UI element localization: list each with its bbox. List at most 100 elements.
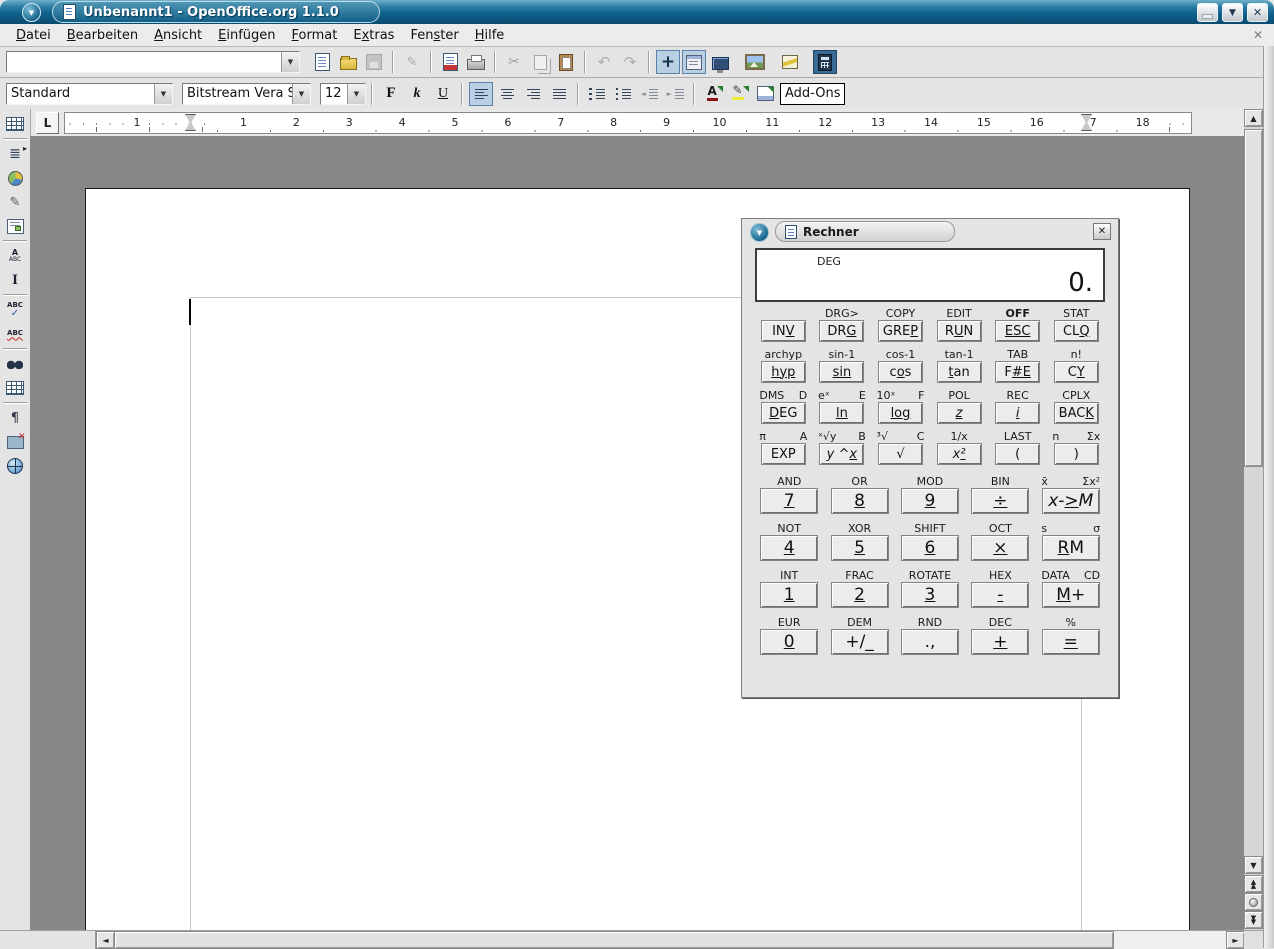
export-pdf-icon[interactable]	[438, 50, 462, 74]
edit-file-icon[interactable]	[400, 50, 424, 74]
new-document-icon[interactable]	[310, 50, 334, 74]
menu-item[interactable]: Datei	[8, 26, 59, 45]
calculator-key[interactable]: 5	[831, 535, 889, 561]
direct-cursor-icon[interactable]	[2, 268, 28, 292]
previous-page-icon[interactable]: ▲▲	[1244, 875, 1263, 893]
calculator-key[interactable]: CY	[1054, 361, 1099, 383]
justify-icon[interactable]	[547, 82, 571, 106]
bold-icon[interactable]: F	[379, 82, 403, 106]
close-button[interactable]	[1247, 3, 1268, 22]
font-color-icon[interactable]	[701, 82, 725, 106]
minimize-button[interactable]	[1197, 3, 1218, 22]
menu-item[interactable]: Ansicht	[146, 26, 210, 45]
maximize-button[interactable]	[1222, 3, 1243, 22]
calculator-key[interactable]: z	[937, 402, 982, 424]
calculator-key[interactable]: cos	[878, 361, 923, 383]
dropdown-arrow-icon[interactable]	[281, 52, 299, 72]
menu-item[interactable]: Hilfe	[467, 26, 513, 45]
print-file-icon[interactable]	[464, 50, 488, 74]
copy-icon[interactable]	[528, 50, 552, 74]
data-sources-icon[interactable]	[708, 50, 732, 74]
draw-functions-icon[interactable]	[2, 190, 28, 214]
calculator-key[interactable]: )	[1054, 443, 1099, 465]
dialog-title-tab[interactable]: Rechner	[775, 221, 955, 242]
menu-item[interactable]: Bearbeiten	[59, 26, 146, 45]
scroll-up-icon[interactable]: ▲	[1244, 109, 1263, 127]
url-value[interactable]	[7, 52, 281, 72]
paragraph-style-value[interactable]: Standard	[7, 84, 154, 104]
insert-table-icon[interactable]	[2, 112, 28, 136]
online-layout-icon[interactable]	[2, 454, 28, 478]
calculator-addon-icon[interactable]	[813, 50, 837, 74]
autotext-icon[interactable]: AABC	[2, 244, 28, 268]
menu-item[interactable]: Format	[284, 26, 346, 45]
addons-button[interactable]: Add-Ons	[780, 83, 845, 105]
calculator-key[interactable]: 9	[901, 488, 959, 514]
calculator-key[interactable]: 3	[901, 582, 959, 608]
navigation-dot-icon[interactable]	[1244, 893, 1263, 911]
next-page-icon[interactable]: ▼▼	[1244, 911, 1263, 929]
calculator-key[interactable]: hyp	[761, 361, 806, 383]
calculator-key[interactable]: y ^ x	[819, 443, 864, 465]
scroll-down-icon[interactable]: ▼	[1244, 856, 1263, 874]
calculator-key[interactable]: x ²	[937, 443, 982, 465]
paragraph-style-combobox[interactable]: Standard	[6, 83, 173, 105]
window-menu-button[interactable]	[22, 3, 41, 22]
font-size-value[interactable]: 12	[321, 84, 347, 104]
calculator-key[interactable]: (	[995, 443, 1040, 465]
increase-indent-icon[interactable]	[663, 82, 687, 106]
calculator-key[interactable]: EXP	[761, 443, 806, 465]
calculator-key[interactable]: ×	[971, 535, 1029, 561]
horizontal-scrollbar[interactable]: ◄ ►	[0, 930, 1263, 949]
dropdown-arrow-icon[interactable]	[347, 84, 365, 104]
align-right-icon[interactable]	[521, 82, 545, 106]
cut-icon[interactable]	[502, 50, 526, 74]
open-file-icon[interactable]	[336, 50, 360, 74]
calculator-key[interactable]: INV	[761, 320, 806, 342]
undo-icon[interactable]	[592, 50, 616, 74]
autospellcheck-icon[interactable]: ABC	[2, 322, 28, 346]
dialog-menu-button[interactable]	[750, 223, 769, 242]
font-name-value[interactable]: Bitstream Vera S	[183, 84, 292, 104]
scroll-left-icon[interactable]: ◄	[96, 931, 115, 949]
calculator-key[interactable]: √	[878, 443, 923, 465]
italic-icon[interactable]: k	[405, 82, 429, 106]
calculator-key[interactable]: -	[971, 582, 1029, 608]
font-size-combobox[interactable]: 12	[320, 83, 366, 105]
paragraph-background-icon[interactable]	[753, 82, 777, 106]
bullets-icon[interactable]	[611, 82, 635, 106]
menu-item[interactable]: Einfügen	[210, 26, 283, 45]
calculator-key[interactable]: log	[878, 402, 923, 424]
calculator-key[interactable]: RUN	[937, 320, 982, 342]
calculator-key[interactable]: +	[971, 629, 1029, 655]
paste-icon[interactable]	[554, 50, 578, 74]
calculator-key[interactable]: 6	[901, 535, 959, 561]
calculator-key[interactable]: 0	[760, 629, 818, 655]
horizontal-ruler[interactable]: 1 123456789101112131415161718	[64, 112, 1192, 134]
navigator-icon[interactable]	[656, 50, 680, 74]
calculator-key[interactable]: 7	[760, 488, 818, 514]
horizontal-scrollbar-thumb[interactable]	[114, 931, 1114, 949]
font-name-combobox[interactable]: Bitstream Vera S	[182, 83, 311, 105]
calculator-key[interactable]: .,	[901, 629, 959, 655]
data-sources-icon[interactable]	[2, 376, 28, 400]
gallery-icon[interactable]	[743, 50, 767, 74]
numbering-icon[interactable]	[585, 82, 609, 106]
nonprinting-characters-icon[interactable]	[2, 406, 28, 430]
dropdown-arrow-icon[interactable]	[154, 84, 172, 104]
calculator-key[interactable]: DRG	[819, 320, 864, 342]
hyperlink-bar-icon[interactable]	[778, 50, 802, 74]
form-functions-icon[interactable]	[2, 214, 28, 238]
calculator-key[interactable]: F#E	[995, 361, 1040, 383]
calculator-key[interactable]: sin	[819, 361, 864, 383]
save-document-icon[interactable]	[362, 50, 386, 74]
underline-icon[interactable]: U	[431, 82, 455, 106]
tab-type-button[interactable]: L	[36, 112, 59, 134]
align-left-icon[interactable]	[469, 82, 493, 106]
calculator-key[interactable]: DEG	[761, 402, 806, 424]
calculator-key[interactable]: ln	[819, 402, 864, 424]
vertical-scrollbar-thumb[interactable]	[1244, 129, 1263, 467]
stylist-icon[interactable]	[682, 50, 706, 74]
calculator-key[interactable]: 2	[831, 582, 889, 608]
calculator-key[interactable]: x->M	[1042, 488, 1100, 514]
